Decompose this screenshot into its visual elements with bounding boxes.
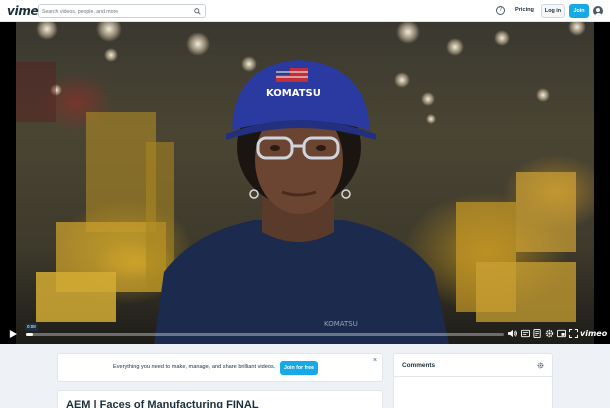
login-button[interactable]: Log in	[541, 4, 565, 18]
comments-title: Comments	[402, 362, 436, 369]
user-avatar-icon[interactable]	[593, 6, 603, 16]
pricing-link[interactable]: Pricing	[515, 7, 534, 13]
helmet-logo: KOMATSU	[266, 88, 321, 99]
person-in-hard-hat: KOMATSU KOMATSU	[154, 60, 449, 344]
settings-icon[interactable]	[545, 329, 554, 338]
video-title: AEM | Faces of Manufacturing FINAL	[66, 399, 259, 408]
transcript-icon[interactable]	[533, 329, 542, 338]
close-icon[interactable]: ×	[373, 357, 377, 364]
vimeo-brand-link[interactable]: vimeo	[580, 329, 607, 338]
comments-panel: Comments	[393, 353, 553, 408]
fullscreen-icon[interactable]	[569, 329, 578, 338]
timecode: 0:08	[25, 323, 38, 331]
volume-icon[interactable]	[508, 329, 517, 338]
help-icon[interactable]: ?	[496, 6, 505, 15]
comments-settings-icon[interactable]	[537, 362, 544, 369]
search-box[interactable]	[38, 4, 206, 18]
search-icon[interactable]	[194, 8, 201, 15]
divider	[394, 376, 552, 377]
progress-bar[interactable]	[26, 333, 504, 336]
video-frame[interactable]: KOMATSU KOMATSU	[16, 22, 594, 344]
join-button[interactable]: Join	[569, 4, 589, 18]
banner-message: Everything you need to make, manage, and…	[113, 364, 276, 370]
top-navigation: vimeo ? Pricing Log in Join	[0, 0, 610, 22]
play-icon[interactable]	[9, 330, 17, 338]
join-for-free-button[interactable]: Join for free	[280, 361, 318, 375]
player-controls: 0:08 vimeo	[0, 323, 610, 344]
video-player[interactable]: KOMATSU KOMATSU 0:08 vimeo	[0, 22, 610, 344]
search-input[interactable]	[42, 6, 187, 17]
progress-fill	[26, 333, 34, 336]
picture-in-picture-icon[interactable]	[557, 329, 566, 338]
video-info-card: AEM | Faces of Manufacturing FINAL	[57, 390, 383, 408]
captions-icon[interactable]	[521, 329, 530, 338]
signup-banner: Everything you need to make, manage, and…	[57, 353, 383, 382]
